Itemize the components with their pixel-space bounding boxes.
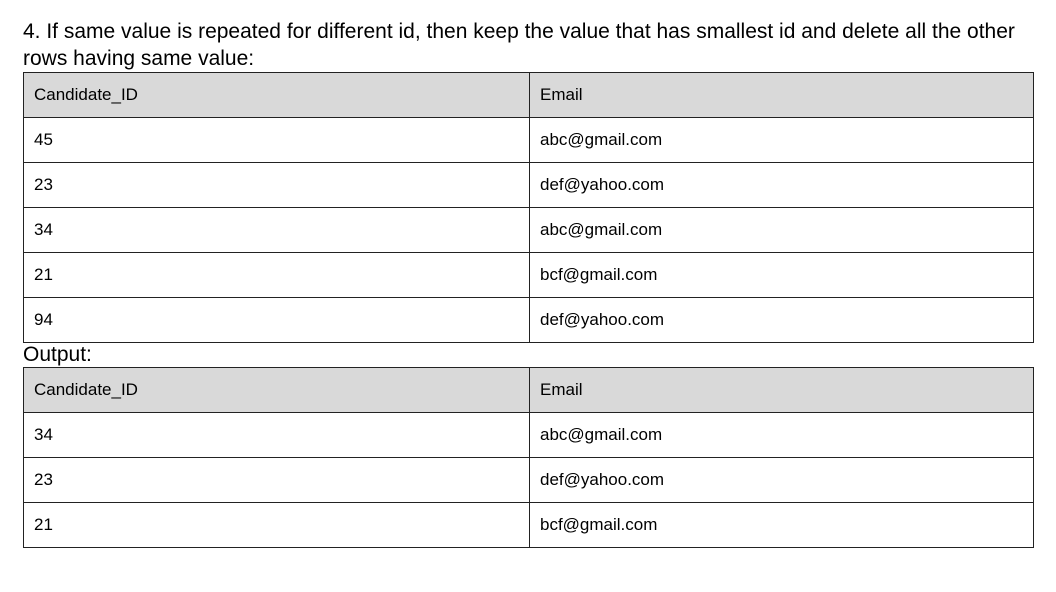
- input-table-header-row: Candidate_ID Email: [23, 72, 1034, 118]
- output-label: Output:: [23, 343, 92, 366]
- table-cell-id: 23: [23, 162, 530, 208]
- table-cell-email: def@yahoo.com: [529, 297, 1034, 343]
- table-cell-email: bcf@gmail.com: [529, 252, 1034, 298]
- table-cell-email: bcf@gmail.com: [529, 502, 1034, 548]
- output-table-header-row: Candidate_ID Email: [23, 367, 1034, 413]
- table-row: 94 def@yahoo.com: [23, 297, 1034, 343]
- table-cell-email: abc@gmail.com: [529, 412, 1034, 458]
- input-table: Candidate_ID Email 45 abc@gmail.com 23 d…: [23, 72, 1034, 343]
- table-row: 23 def@yahoo.com: [23, 162, 1034, 208]
- table-cell-email: def@yahoo.com: [529, 162, 1034, 208]
- table-row: 21 bcf@gmail.com: [23, 252, 1034, 298]
- document-page: 4. If same value is repeated for differe…: [23, 18, 1034, 548]
- table-cell-email: abc@gmail.com: [529, 207, 1034, 253]
- table-cell-id: 21: [23, 502, 530, 548]
- table-row: 34 abc@gmail.com: [23, 412, 1034, 458]
- input-header-email: Email: [529, 72, 1034, 118]
- table-row: 23 def@yahoo.com: [23, 457, 1034, 503]
- input-header-candidate-id: Candidate_ID: [23, 72, 530, 118]
- table-cell-id: 23: [23, 457, 530, 503]
- table-cell-email: abc@gmail.com: [529, 117, 1034, 163]
- table-cell-id: 34: [23, 207, 530, 253]
- output-header-email: Email: [529, 367, 1034, 413]
- table-cell-id: 45: [23, 117, 530, 163]
- question-text: 4. If same value is repeated for differe…: [23, 20, 1015, 70]
- output-header-candidate-id: Candidate_ID: [23, 367, 530, 413]
- table-row: 21 bcf@gmail.com: [23, 502, 1034, 548]
- table-cell-email: def@yahoo.com: [529, 457, 1034, 503]
- table-cell-id: 94: [23, 297, 530, 343]
- table-cell-id: 34: [23, 412, 530, 458]
- table-row: 45 abc@gmail.com: [23, 117, 1034, 163]
- table-cell-id: 21: [23, 252, 530, 298]
- table-row: 34 abc@gmail.com: [23, 207, 1034, 253]
- output-table: Candidate_ID Email 34 abc@gmail.com 23 d…: [23, 367, 1034, 548]
